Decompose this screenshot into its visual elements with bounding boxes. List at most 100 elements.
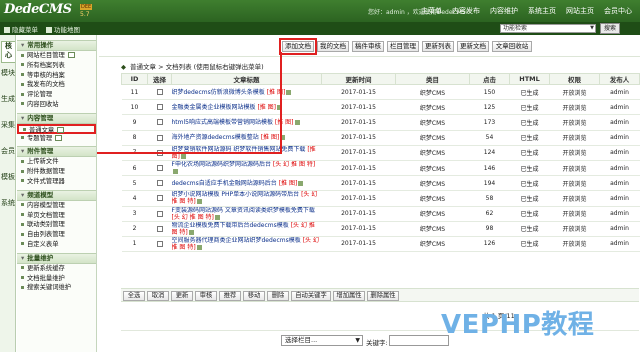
table-row[interactable]: 10 金融类金属类企业模板网站模板 [推 图] 2017-01-15 织梦CMS 125… <box>121 99 640 116</box>
row-checkbox[interactable] <box>156 134 163 141</box>
update-list-button[interactable]: 更新列表 <box>422 41 454 52</box>
update-docs-button[interactable]: 更新文档 <box>457 41 489 52</box>
table-row[interactable]: 8 海外地产资源dedecms模板整站 [推 图] 2017-01-15 织梦CMS 5… <box>121 130 640 146</box>
row-category[interactable]: 织梦CMS <box>395 130 470 146</box>
sidebar-item-my-docs[interactable]: 我发布的文档 <box>17 80 96 90</box>
article-title-link[interactable]: 空间服务器代理商类企业网站织梦dedecms模板 <box>172 237 301 244</box>
row-category[interactable]: 织梦CMS <box>395 236 470 253</box>
sidebar-section-attachments[interactable]: ▾ 附件管理 <box>17 146 96 158</box>
row-checkbox[interactable] <box>156 180 163 187</box>
edit-icon[interactable] <box>286 89 292 95</box>
recommend-button[interactable]: 推荐 <box>219 291 241 301</box>
nav-member-center[interactable]: 会员中心 <box>599 6 637 16</box>
audit-button[interactable]: 审核 <box>195 291 217 301</box>
edit-icon[interactable] <box>298 180 304 186</box>
row-select[interactable] <box>147 175 172 192</box>
nav-site-home[interactable]: 网站主页 <box>561 6 599 16</box>
sidebar-item-recycle[interactable]: 内容回收站 <box>17 100 96 110</box>
sidebar-item-custom-form[interactable]: 自定义表单 <box>17 240 96 250</box>
row-category[interactable]: 织梦CMS <box>395 221 470 237</box>
table-row[interactable]: 2 物流企业模板免费下载带后台dedecms模板 [头 幻 推 图 特] 2017-… <box>121 221 640 237</box>
row-select[interactable] <box>147 206 172 222</box>
article-recycle-button[interactable]: 文章回收站 <box>492 41 532 52</box>
edit-icon[interactable] <box>294 119 300 125</box>
review-button[interactable]: 稿件审核 <box>352 41 384 52</box>
row-category[interactable]: 织梦CMS <box>395 206 470 222</box>
table-row[interactable]: 5 dedecms自适应手机金融网站源码后台 [推 图] 2017-01-15 织梦C… <box>121 175 640 192</box>
my-documents-button[interactable]: 我的文档 <box>317 41 349 52</box>
row-checkbox[interactable] <box>156 195 163 202</box>
sidebar-item-comments[interactable]: 评论管理 <box>17 90 96 100</box>
row-checkbox[interactable] <box>156 225 163 232</box>
sidebar-item-file-manager[interactable]: 文件式管理器 <box>17 177 96 187</box>
edit-icon[interactable] <box>180 153 186 159</box>
article-title-link[interactable]: 海外地产资源dedecms模板整站 <box>172 134 259 141</box>
sidebar-section-models[interactable]: ▾ 频道模型 <box>17 189 96 201</box>
func-map-button[interactable]: 功能地图 <box>46 24 80 34</box>
row-select[interactable] <box>147 190 172 207</box>
sidebar-section-common[interactable]: ▾ 常用操作 <box>17 40 96 51</box>
edit-icon[interactable] <box>196 244 202 250</box>
row-category[interactable]: 织梦CMS <box>395 99 470 116</box>
cancel-button[interactable]: 取消 <box>147 291 169 301</box>
edit-icon[interactable] <box>188 229 194 235</box>
row-checkbox[interactable] <box>156 210 163 217</box>
tab-core[interactable]: 核心 <box>1 41 15 63</box>
edit-icon[interactable] <box>214 214 220 220</box>
row-checkbox[interactable] <box>156 165 163 172</box>
article-title-link[interactable]: html5响应式高端模板带营销网站模板 <box>172 119 274 126</box>
row-checkbox[interactable] <box>156 119 163 126</box>
sidebar-item-single-page[interactable]: 单页文档管理 <box>17 211 96 221</box>
article-title-link[interactable]: 物流企业模板免费下载带后台dedecms模板 <box>172 222 289 229</box>
row-category[interactable]: 织梦CMS <box>395 84 470 101</box>
row-category[interactable]: 织梦CMS <box>395 175 470 192</box>
row-category[interactable]: 织梦CMS <box>395 114 470 131</box>
row-select[interactable] <box>147 236 172 253</box>
tab-system[interactable]: 系统 <box>1 199 15 219</box>
sidebar-item-attach-data[interactable]: 附件数据管理 <box>17 167 96 177</box>
add-icon[interactable] <box>57 126 65 133</box>
col-id[interactable]: ID <box>121 73 148 85</box>
tab-generate[interactable]: 生成 <box>1 95 15 115</box>
add-icon[interactable] <box>55 134 63 141</box>
table-row[interactable]: 4 织梦小说网站模板 PHP单本小说网站源码带后台 [头 幻 推 图 特] 2017… <box>121 190 640 207</box>
tab-module[interactable]: 模块 <box>1 69 15 89</box>
sidebar-item-linkage[interactable]: 联动类别管理 <box>17 220 96 230</box>
add-attr-button[interactable]: 增加属性 <box>333 291 365 301</box>
update-button[interactable]: 更新 <box>171 291 193 301</box>
row-select[interactable] <box>147 221 172 237</box>
tab-template[interactable]: 模板 <box>1 173 15 193</box>
row-select[interactable] <box>147 99 172 116</box>
sidebar-item-topics[interactable]: 专题管理 <box>17 134 96 144</box>
col-category[interactable]: 类目 <box>395 73 470 85</box>
table-row[interactable]: 1 空间服务器代理商类企业网站织梦dedecms模板 [头 幻 推 图 特] 201… <box>121 236 640 253</box>
sidebar-item-all-docs[interactable]: 所有档案列表 <box>17 61 96 71</box>
article-title-link[interactable]: F变装源码网站源码 文章资讯阅读类织梦模板免费下载 <box>172 207 315 214</box>
article-title-link[interactable]: dedecms自适应手机金融网站源码后台 <box>172 180 277 187</box>
row-checkbox[interactable] <box>156 104 163 111</box>
row-category[interactable]: 织梦CMS <box>395 145 470 161</box>
edit-icon[interactable] <box>196 199 202 205</box>
select-all-button[interactable]: 全选 <box>123 291 145 301</box>
row-checkbox[interactable] <box>156 240 163 247</box>
sidebar-item-pending[interactable]: 等审核的档案 <box>17 71 96 81</box>
row-category[interactable]: 织梦CMS <box>395 190 470 207</box>
sidebar-item-keywords[interactable]: 搜索关键词维护 <box>17 283 96 293</box>
sidebar-item-free-list[interactable]: 自由列表管理 <box>17 230 96 240</box>
func-search-select[interactable]: 功能检索 ▼ <box>500 24 596 33</box>
delete-button[interactable]: 删除 <box>267 291 289 301</box>
sidebar-section-batch[interactable]: ▾ 批量维护 <box>17 252 96 264</box>
nav-system-home[interactable]: 系统主页 <box>523 6 561 16</box>
search-button[interactable]: 搜索 <box>600 23 620 34</box>
table-row[interactable]: 6 F申化农场网站源码织梦网站源码后台 [头 幻 推 图 特] 2017-01-15… <box>121 160 640 177</box>
sidebar-item-batch-docs[interactable]: 文档批量维护 <box>17 274 96 284</box>
auto-keyword-button[interactable]: 自动关键字 <box>291 291 331 301</box>
tab-collect[interactable]: 采集 <box>1 121 15 141</box>
add-icon[interactable] <box>67 52 75 58</box>
sidebar-item-columns[interactable]: 网站栏目管理 <box>17 51 96 61</box>
article-title-link[interactable]: 金融类金属类企业模板网站模板 <box>172 104 256 111</box>
row-select[interactable] <box>147 114 172 131</box>
row-checkbox[interactable] <box>156 89 163 96</box>
sidebar-section-content[interactable]: ▾ 内容管理 <box>17 112 96 124</box>
sidebar-item-articles[interactable]: 普通文章 <box>17 123 96 134</box>
